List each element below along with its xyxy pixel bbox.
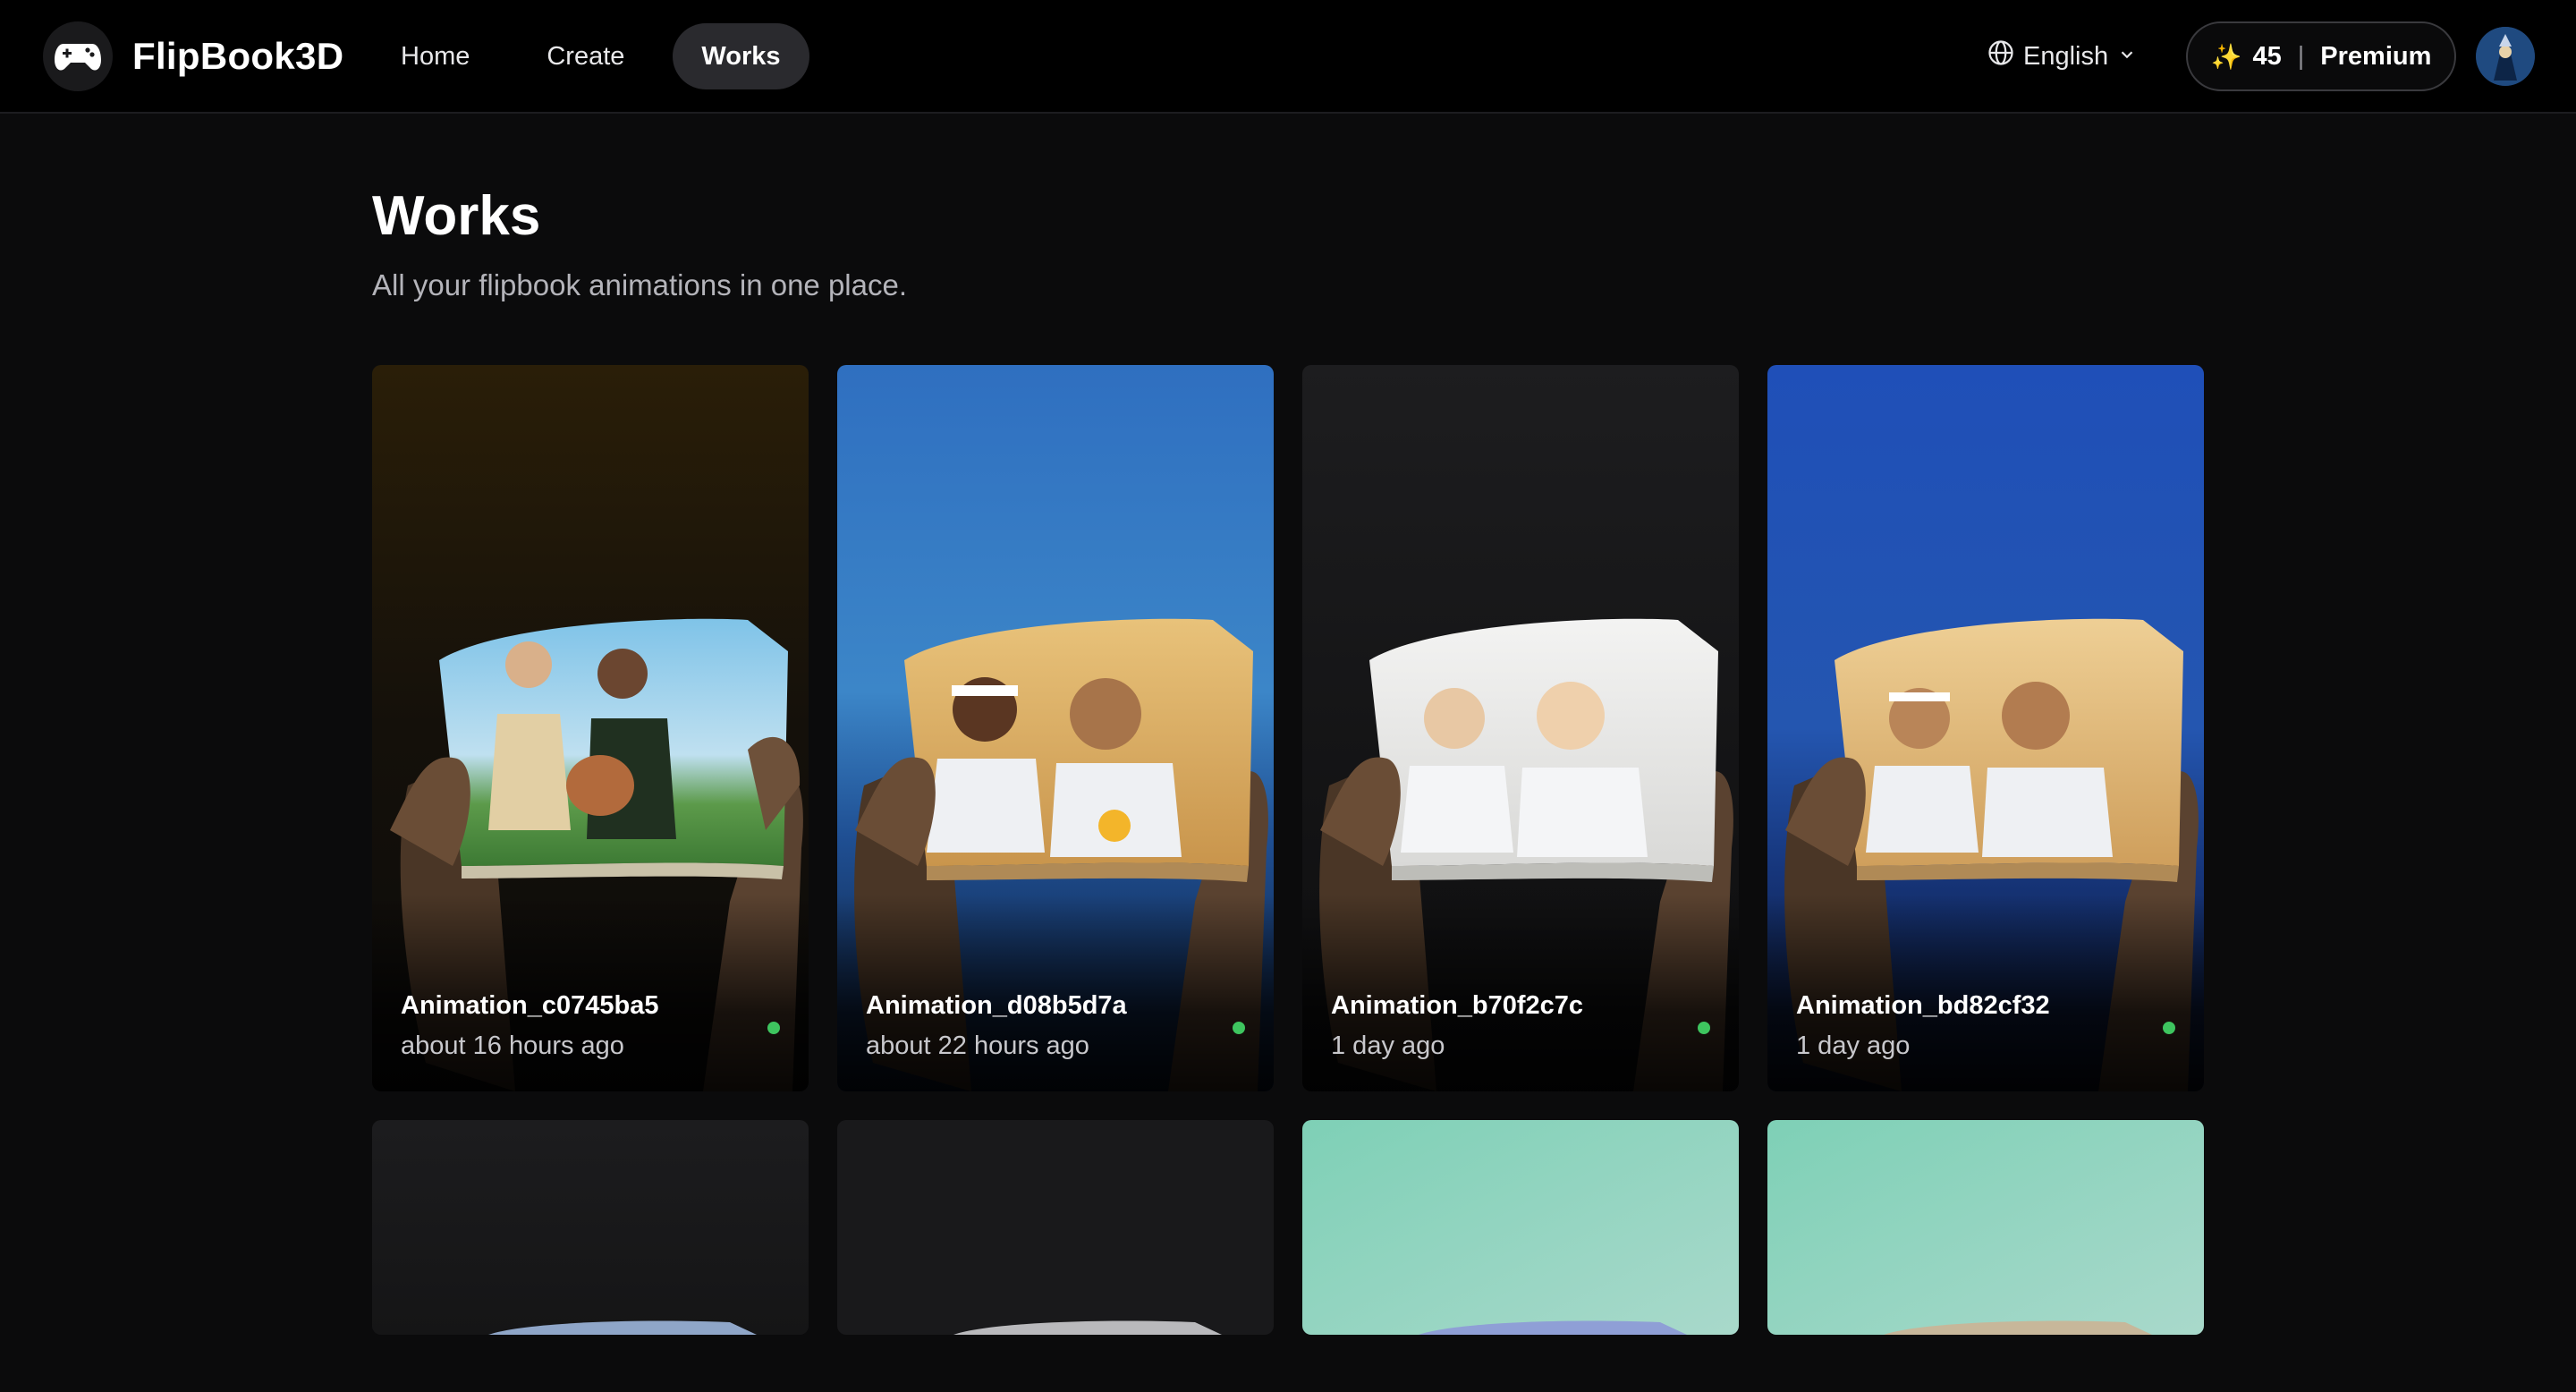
language-selector[interactable]: English: [1987, 27, 2137, 86]
card-info: Animation_d08b5d7a about 22 hours ago: [866, 991, 1127, 1061]
nav-works[interactable]: Works: [673, 23, 809, 89]
work-title: Animation_b70f2c7c: [1331, 991, 1584, 1020]
top-navbar: FlipBook3D Home Create Works English ✨ 4…: [0, 0, 2576, 114]
divider: |: [2297, 41, 2305, 71]
work-title: Animation_c0745ba5: [401, 991, 659, 1020]
work-timestamp: about 16 hours ago: [401, 1031, 624, 1060]
card-info: Animation_b70f2c7c 1 day ago: [1331, 991, 1583, 1061]
work-card[interactable]: Animation_b70f2c7c 1 day ago: [1302, 365, 1739, 1091]
sparkle-icon: ✨: [2210, 42, 2242, 71]
flipbook-thumbnail: [837, 1120, 1274, 1335]
brand-logo[interactable]: FlipBook3D: [43, 21, 343, 91]
work-timestamp: 1 day ago: [1331, 1031, 1445, 1060]
flipbook-thumbnail: [372, 1120, 809, 1335]
work-card[interactable]: [1302, 1120, 1739, 1335]
credits-count: 45: [2252, 41, 2282, 71]
work-timestamp: about 22 hours ago: [866, 1031, 1089, 1060]
status-indicator: [767, 1022, 780, 1034]
nav-home[interactable]: Home: [372, 23, 498, 89]
status-indicator: [1698, 1022, 1710, 1034]
page-subtitle: All your flipbook animations in one plac…: [372, 268, 908, 301]
user-avatar[interactable]: [2476, 27, 2535, 86]
plan-label: Premium: [2320, 41, 2432, 71]
main-nav: Home Create Works: [372, 23, 829, 89]
card-info: Animation_bd82cf32 1 day ago: [1796, 991, 2050, 1061]
work-card[interactable]: [837, 1120, 1274, 1335]
work-card[interactable]: [1767, 1120, 2204, 1335]
work-card[interactable]: Animation_c0745ba5 about 16 hours ago: [372, 365, 809, 1091]
gamepad-icon: [43, 21, 113, 91]
status-indicator: [2163, 1022, 2175, 1034]
work-card[interactable]: [372, 1120, 809, 1335]
work-title: Animation_d08b5d7a: [866, 991, 1127, 1020]
works-grid: Animation_c0745ba5 about 16 hours ago An…: [372, 365, 2206, 1335]
brand-name: FlipBook3D: [132, 35, 344, 77]
flipbook-thumbnail: [1302, 1120, 1739, 1335]
work-card[interactable]: Animation_bd82cf32 1 day ago: [1767, 365, 2204, 1091]
chevron-down-icon: [2117, 42, 2137, 72]
nav-create[interactable]: Create: [518, 23, 653, 89]
work-card[interactable]: Animation_d08b5d7a about 22 hours ago: [837, 365, 1274, 1091]
language-label: English: [2023, 41, 2109, 71]
status-indicator: [1233, 1022, 1245, 1034]
card-info: Animation_c0745ba5 about 16 hours ago: [401, 991, 659, 1061]
globe-icon: [1987, 39, 2014, 73]
flipbook-thumbnail: [1767, 1120, 2204, 1335]
page-title: Works: [372, 185, 541, 247]
work-timestamp: 1 day ago: [1796, 1031, 1911, 1060]
credits-premium-button[interactable]: ✨ 45 | Premium: [2186, 21, 2456, 91]
work-title: Animation_bd82cf32: [1796, 991, 2050, 1020]
